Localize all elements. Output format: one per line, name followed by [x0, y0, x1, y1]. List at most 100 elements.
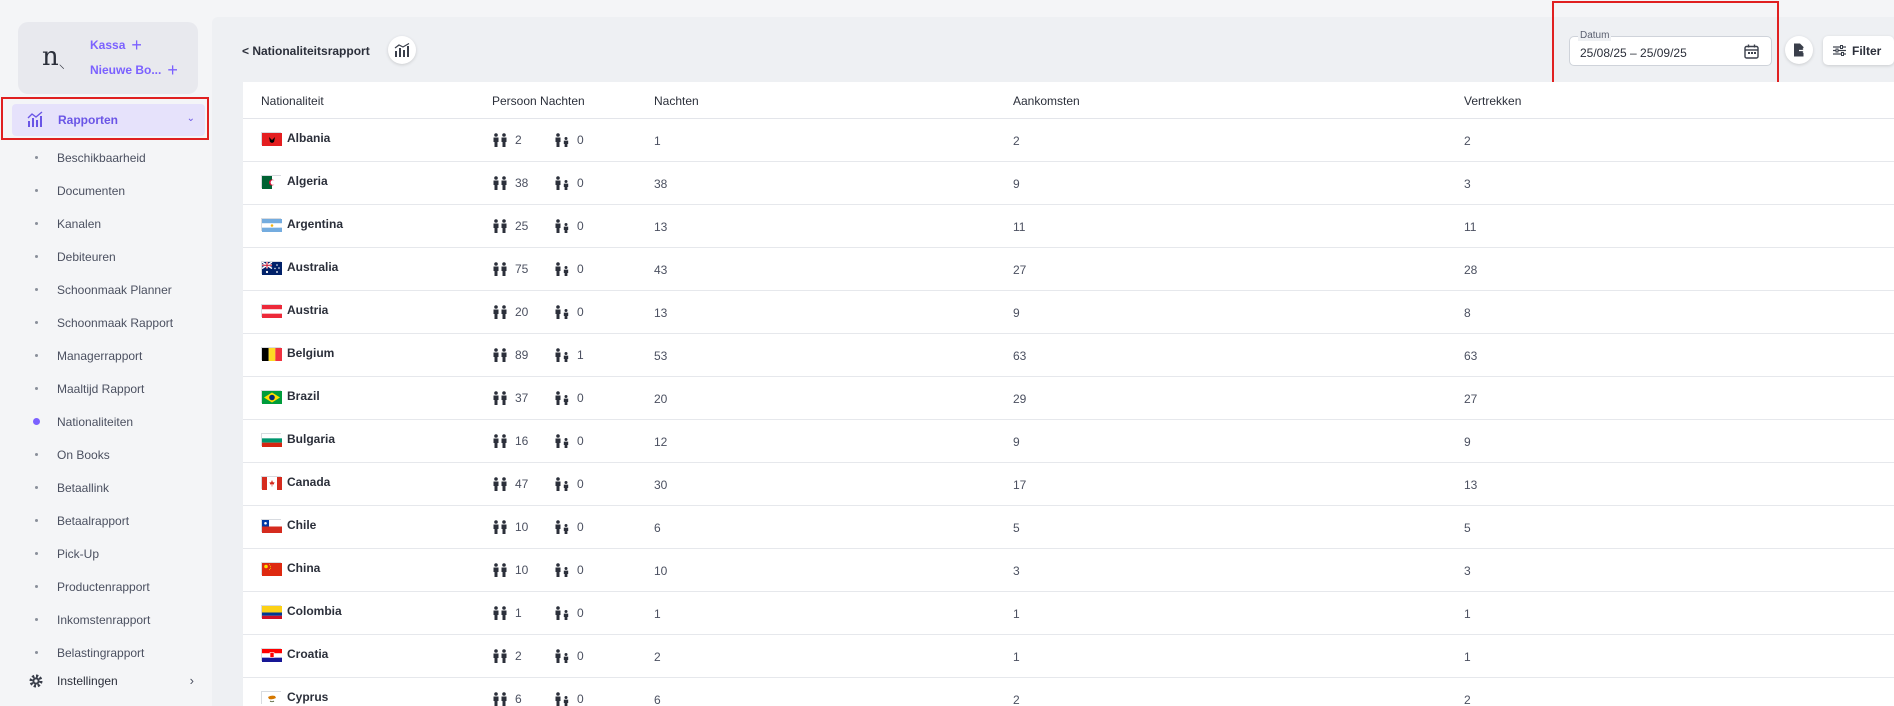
brand-link-new-booking[interactable]: Nieuwe Bo... + [90, 61, 178, 79]
table-row[interactable]: Belgium 89 1 53 63 63 [243, 334, 1894, 377]
column-header-nights[interactable]: Nachten [654, 94, 699, 108]
adults-icon [493, 606, 507, 620]
departures-cell: 3 [1464, 564, 1471, 578]
sidebar-item-label: Nationaliteiten [57, 414, 134, 429]
plus-icon[interactable]: + [167, 61, 178, 79]
country-name: Bulgaria [287, 432, 336, 446]
filter-button-label: Filter [1852, 43, 1882, 58]
table-row[interactable]: Canada 47 0 30 17 13 [243, 463, 1894, 506]
brand-link-label: Kassa [90, 38, 126, 52]
adult-nights-value: 25 [515, 219, 529, 233]
filter-sliders-icon [1833, 45, 1846, 56]
adult-child-icon [555, 520, 569, 534]
sidebar-item-on-books[interactable]: On Books [0, 438, 212, 471]
sidebar-item-schoonmaak-planner[interactable]: Schoonmaak Planner [0, 273, 212, 306]
adults-icon [493, 219, 507, 233]
table-row[interactable]: Croatia 2 0 2 1 1 [243, 635, 1894, 678]
sidebar-item-reports[interactable]: Rapporten ⌄ [12, 104, 205, 136]
table-row[interactable]: Bulgaria 16 0 12 9 9 [243, 420, 1894, 463]
table-row[interactable]: Chile 10 0 6 5 5 [243, 506, 1894, 549]
person-nights-cell: 38 0 [491, 176, 584, 190]
sidebar-item-productenrapport[interactable]: Productenrapport [0, 570, 212, 603]
adult-nights: 25 [491, 219, 553, 233]
adult-child-icon [555, 649, 569, 663]
sidebar-item-label: Beschikbaarheid [57, 150, 146, 165]
table-row[interactable]: Algeria 38 0 38 9 3 [243, 162, 1894, 205]
sidebar-item-kanalen[interactable]: Kanalen [0, 207, 212, 240]
date-range-field[interactable]: Datum 25/08/25 – 25/09/25 [1569, 30, 1772, 66]
australia-flag-icon [261, 260, 282, 275]
child-nights: 1 [553, 348, 584, 362]
child-nights: 0 [553, 434, 584, 448]
adults-icon [493, 133, 507, 147]
sidebar-item-debiteuren[interactable]: Debiteuren [0, 240, 212, 273]
table-row[interactable]: China 10 0 10 3 3 [243, 549, 1894, 592]
table-row[interactable]: Cyprus 6 0 6 2 2 [243, 678, 1894, 706]
sidebar-item-nationaliteiten[interactable]: Nationaliteiten [0, 405, 212, 438]
sidebar-item-schoonmaak-rapport[interactable]: Schoonmaak Rapport [0, 306, 212, 339]
sidebar-item-inkomstenrapport[interactable]: Inkomstenrapport [0, 603, 212, 636]
back-link[interactable]: < Nationaliteitsrapport [242, 44, 370, 58]
child-nights: 0 [553, 649, 584, 663]
sidebar-item-betaalrapport[interactable]: Betaalrapport [0, 504, 212, 537]
child-nights: 0 [553, 477, 584, 491]
adult-nights-value: 37 [515, 391, 529, 405]
departures-cell: 3 [1464, 177, 1471, 191]
arrivals-cell: 5 [1013, 521, 1020, 535]
brand-logo[interactable]: n⸜ [42, 42, 65, 72]
export-button[interactable] [1785, 36, 1813, 64]
adult-nights-value: 2 [515, 133, 522, 147]
nationality-cell: Austria [261, 303, 328, 318]
country-name: China [287, 561, 321, 575]
sidebar-item-documenten[interactable]: Documenten [0, 174, 212, 207]
departures-cell: 27 [1464, 392, 1478, 406]
sidebar-item-betaallink[interactable]: Betaallink [0, 471, 212, 504]
person-nights-cell: 10 0 [491, 563, 584, 577]
calendar-icon[interactable] [1744, 44, 1759, 59]
nationality-cell: Colombia [261, 604, 342, 619]
nights-cell: 38 [654, 177, 668, 191]
nights-cell: 10 [654, 564, 668, 578]
chart-view-button[interactable] [388, 36, 416, 64]
table-row[interactable]: Albania 2 0 1 2 2 [243, 119, 1894, 162]
adult-nights: 2 [491, 133, 553, 147]
country-name: Chile [287, 518, 317, 532]
sidebar-item-maaltijd-rapport[interactable]: Maaltijd Rapport [0, 372, 212, 405]
adults-icon [493, 477, 507, 491]
table-row[interactable]: Australia 75 0 43 27 28 [243, 248, 1894, 291]
albania-flag-icon [261, 131, 282, 146]
child-nights-value: 0 [577, 176, 584, 190]
table-row[interactable]: Austria 20 0 13 9 8 [243, 291, 1894, 334]
sidebar-item-pick-up[interactable]: Pick-Up [0, 537, 212, 570]
departures-cell: 8 [1464, 306, 1471, 320]
column-header-person-nights[interactable]: Persoon Nachten [492, 94, 585, 108]
adult-nights: 10 [491, 520, 553, 534]
departures-cell: 11 [1464, 220, 1477, 234]
sidebar-item-beschikbaarheid[interactable]: Beschikbaarheid [0, 141, 212, 174]
sidebar-item-managerrapport[interactable]: Managerrapport [0, 339, 212, 372]
child-nights-value: 0 [577, 692, 584, 706]
column-header-arrivals[interactable]: Aankomsten [1013, 94, 1080, 108]
table-row[interactable]: Colombia 1 0 1 1 1 [243, 592, 1894, 635]
departures-cell: 2 [1464, 134, 1471, 148]
plus-icon[interactable]: + [131, 36, 142, 54]
arrivals-cell: 2 [1013, 134, 1020, 148]
column-header-departures[interactable]: Vertrekken [1464, 94, 1521, 108]
adult-child-icon [555, 133, 569, 147]
nationality-cell: Australia [261, 260, 338, 275]
bullet-dot-icon [35, 453, 38, 456]
sidebar-item-label: Belastingrapport [57, 645, 145, 660]
column-header-nationality[interactable]: Nationaliteit [261, 94, 324, 108]
sidebar-item-settings[interactable]: Instellingen › [0, 667, 212, 695]
adults-icon [493, 434, 507, 448]
departures-cell: 9 [1464, 435, 1471, 449]
sidebar-item-belastingrapport[interactable]: Belastingrapport [0, 636, 212, 669]
table-row[interactable]: Brazil 37 0 20 29 27 [243, 377, 1894, 420]
bullet-dot-icon [35, 651, 38, 654]
adult-nights-value: 16 [515, 434, 529, 448]
nights-cell: 53 [654, 349, 668, 363]
filter-button[interactable]: Filter [1823, 36, 1894, 65]
brand-link-kassa[interactable]: Kassa + [90, 36, 142, 54]
table-row[interactable]: Argentina 25 0 13 11 11 [243, 205, 1894, 248]
child-nights: 0 [553, 305, 584, 319]
